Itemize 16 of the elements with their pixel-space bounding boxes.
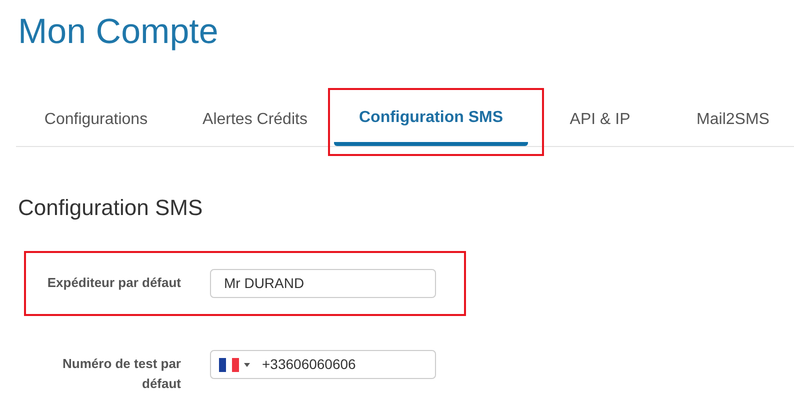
caret-icon xyxy=(244,362,250,366)
field-value: Mr DURAND xyxy=(224,274,304,293)
flag-icon xyxy=(219,358,239,372)
field-label: Numéro de test par défaut xyxy=(62,355,181,393)
phone-field[interactable]: +33606060606 xyxy=(210,350,436,379)
tab[interactable]: Alertes Crédits xyxy=(176,94,334,146)
input-field[interactable]: Mr DURAND xyxy=(210,269,436,298)
field-value: +33606060606 xyxy=(262,355,356,374)
tab[interactable]: Configuration SMS xyxy=(334,94,528,146)
tab[interactable]: API & IP xyxy=(528,94,672,146)
country-selector[interactable] xyxy=(219,358,250,372)
tab[interactable]: Mail2SMS xyxy=(672,94,794,146)
section-heading: Configuration SMS xyxy=(18,194,204,222)
field-label: Expéditeur par défaut xyxy=(46,274,181,292)
tab[interactable]: Configurations xyxy=(16,94,176,146)
page-title: Mon Compte xyxy=(18,11,220,53)
